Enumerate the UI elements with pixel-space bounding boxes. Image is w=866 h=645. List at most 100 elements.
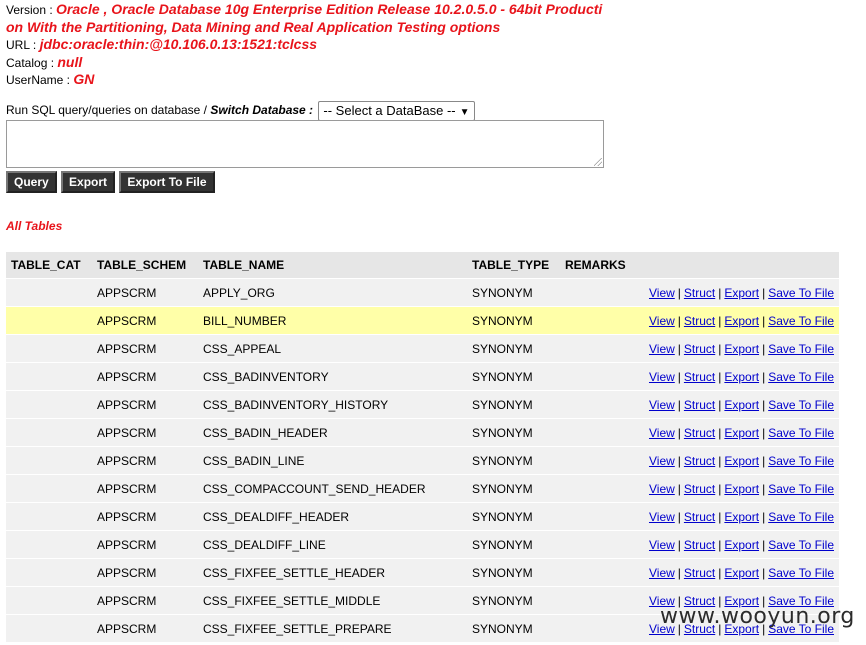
- view-link[interactable]: View: [649, 482, 675, 496]
- export-link[interactable]: Export: [724, 370, 759, 384]
- save-to-file-link[interactable]: Save To File: [768, 342, 834, 356]
- table-row: APPSCRM CSS_APPEAL SYNONYM View | Struct | Expo…: [6, 334, 839, 363]
- export-link[interactable]: Export: [724, 538, 759, 552]
- table-body: APPSCRM APPLY_ORG SYNONYM View | Struct | Expor…: [6, 278, 839, 643]
- export-link[interactable]: Export: [724, 566, 759, 580]
- table-row: APPSCRM CSS_BADINVENTORY_HISTORY SYNONYM Vi…: [6, 390, 839, 419]
- save-to-file-link[interactable]: Save To File: [768, 454, 834, 468]
- table-header-row: TABLE_CAT TABLE_SCHEM TABLE_NAME TABLE_T…: [6, 252, 839, 279]
- view-link[interactable]: View: [649, 538, 675, 552]
- export-link[interactable]: Export: [724, 454, 759, 468]
- action-separator: |: [718, 425, 722, 440]
- action-separator: |: [677, 481, 681, 496]
- sql-query-textarea[interactable]: [6, 120, 604, 168]
- struct-link[interactable]: Struct: [684, 286, 715, 300]
- row-actions: View | Struct | Export | Save To File: [640, 558, 839, 587]
- query-button[interactable]: Query: [6, 171, 57, 193]
- save-to-file-link[interactable]: Save To File: [768, 370, 834, 384]
- export-link[interactable]: Export: [724, 510, 759, 524]
- cell-table-schem: APPSCRM: [92, 418, 198, 447]
- save-to-file-link[interactable]: Save To File: [768, 426, 834, 440]
- export-link[interactable]: Export: [724, 286, 759, 300]
- cell-table-type: SYNONYM: [467, 558, 560, 587]
- save-to-file-link[interactable]: Save To File: [768, 510, 834, 524]
- export-link[interactable]: Export: [724, 426, 759, 440]
- struct-link[interactable]: Struct: [684, 566, 715, 580]
- struct-link[interactable]: Struct: [684, 370, 715, 384]
- cell-table-type: SYNONYM: [467, 474, 560, 503]
- watermark: www.wooyun.org: [660, 604, 855, 629]
- cell-table-cat: [6, 502, 92, 531]
- cell-remarks: [560, 614, 640, 643]
- cell-table-schem: APPSCRM: [92, 614, 198, 643]
- cell-table-name: CSS_COMPACCOUNT_SEND_HEADER: [198, 474, 467, 503]
- struct-link[interactable]: Struct: [684, 510, 715, 524]
- action-separator: |: [762, 285, 766, 300]
- cell-table-type: SYNONYM: [467, 418, 560, 447]
- struct-link[interactable]: Struct: [684, 482, 715, 496]
- sql-prompt: Run SQL query/queries on database /: [6, 103, 211, 118]
- action-separator: |: [718, 537, 722, 552]
- action-separator: |: [718, 313, 722, 328]
- save-to-file-link[interactable]: Save To File: [768, 286, 834, 300]
- export-link[interactable]: Export: [724, 314, 759, 328]
- action-buttons: Query Export Export To File: [6, 171, 216, 193]
- action-separator: |: [718, 285, 722, 300]
- resize-grip-icon[interactable]: [594, 158, 602, 166]
- cell-table-cat: [6, 558, 92, 587]
- username-line: UserName : GN: [6, 71, 602, 89]
- view-link[interactable]: View: [649, 454, 675, 468]
- view-link[interactable]: View: [649, 510, 675, 524]
- save-to-file-link[interactable]: Save To File: [768, 314, 834, 328]
- cell-table-cat: [6, 306, 92, 335]
- struct-link[interactable]: Struct: [684, 426, 715, 440]
- save-to-file-link[interactable]: Save To File: [768, 482, 834, 496]
- cell-table-schem: APPSCRM: [92, 334, 198, 363]
- url-value: jdbc:oracle:thin:@10.106.0.13:1521:tclcs…: [39, 36, 318, 52]
- row-actions: View | Struct | Export | Save To File: [640, 502, 839, 531]
- struct-link[interactable]: Struct: [684, 398, 715, 412]
- cell-table-cat: [6, 614, 92, 643]
- export-link[interactable]: Export: [724, 482, 759, 496]
- action-separator: |: [762, 509, 766, 524]
- row-actions: View | Struct | Export | Save To File: [640, 390, 839, 419]
- cell-table-cat: [6, 474, 92, 503]
- cell-table-name: CSS_FIXFEE_SETTLE_MIDDLE: [198, 586, 467, 615]
- export-link[interactable]: Export: [724, 398, 759, 412]
- struct-link[interactable]: Struct: [684, 538, 715, 552]
- cell-table-name: CSS_FIXFEE_SETTLE_HEADER: [198, 558, 467, 587]
- cell-table-cat: [6, 530, 92, 559]
- action-separator: |: [762, 565, 766, 580]
- catalog-label: Catalog :: [6, 55, 55, 70]
- struct-link[interactable]: Struct: [684, 342, 715, 356]
- view-link[interactable]: View: [649, 342, 675, 356]
- catalog-value: null: [57, 53, 83, 70]
- database-select[interactable]: -- Select a DataBase -- ▼: [318, 101, 475, 121]
- row-actions: View | Struct | Export | Save To File: [640, 362, 839, 391]
- view-link[interactable]: View: [649, 370, 675, 384]
- switch-database-label: Switch Database :: [210, 103, 314, 118]
- cell-table-name: CSS_DEALDIFF_HEADER: [198, 502, 467, 531]
- view-link[interactable]: View: [649, 314, 675, 328]
- action-separator: |: [762, 481, 766, 496]
- cell-remarks: [560, 306, 640, 335]
- view-link[interactable]: View: [649, 566, 675, 580]
- cell-table-type: SYNONYM: [467, 362, 560, 391]
- export-link[interactable]: Export: [724, 342, 759, 356]
- row-actions: View | Struct | Export | Save To File: [640, 306, 839, 335]
- view-link[interactable]: View: [649, 286, 675, 300]
- cell-table-cat: [6, 334, 92, 363]
- save-to-file-link[interactable]: Save To File: [768, 566, 834, 580]
- export-button[interactable]: Export: [61, 171, 116, 193]
- view-link[interactable]: View: [649, 398, 675, 412]
- save-to-file-link[interactable]: Save To File: [768, 538, 834, 552]
- connection-info: Version : Oracle , Oracle Database 10g E…: [6, 1, 602, 89]
- export-to-file-button[interactable]: Export To File: [119, 171, 215, 193]
- action-separator: |: [718, 565, 722, 580]
- cell-remarks: [560, 558, 640, 587]
- view-link[interactable]: View: [649, 426, 675, 440]
- struct-link[interactable]: Struct: [684, 314, 715, 328]
- cell-remarks: [560, 390, 640, 419]
- save-to-file-link[interactable]: Save To File: [768, 398, 834, 412]
- struct-link[interactable]: Struct: [684, 454, 715, 468]
